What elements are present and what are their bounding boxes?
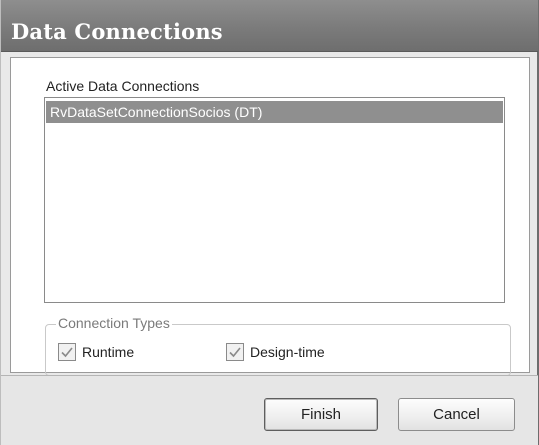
title-bar[interactable]: Data Connections [1, 0, 538, 52]
checkmark-icon [61, 347, 73, 358]
finish-button[interactable]: Finish [264, 398, 378, 431]
active-connections-label: Active Data Connections [46, 78, 200, 94]
connection-types-legend: Connection Types [56, 315, 172, 331]
runtime-checkbox[interactable]: Runtime [58, 341, 134, 363]
dialog-title: Data Connections [11, 19, 223, 44]
runtime-label: Runtime [82, 344, 135, 360]
runtime-checkbox-box[interactable] [58, 343, 76, 361]
design-time-checkbox-box[interactable] [226, 343, 244, 361]
checkmark-icon [229, 347, 241, 358]
active-connections-list[interactable]: RvDataSetConnectionSocios (DT) [44, 97, 505, 303]
cancel-button[interactable]: Cancel [398, 398, 515, 431]
design-time-checkbox[interactable]: Design-time [226, 341, 325, 363]
data-connections-dialog: Data Connections Active Data Connections… [0, 0, 539, 445]
design-time-label: Design-time [250, 344, 325, 360]
list-item[interactable]: RvDataSetConnectionSocios (DT) [46, 101, 503, 123]
